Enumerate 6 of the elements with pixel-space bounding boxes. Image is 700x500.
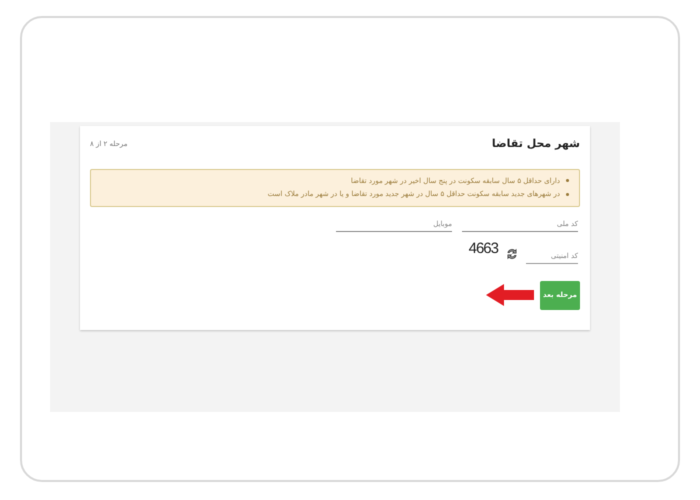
- captcha-code: 4663: [468, 239, 498, 259]
- bullet-icon: [566, 179, 569, 182]
- refresh-icon[interactable]: [506, 248, 518, 260]
- bullet-icon: [566, 192, 569, 196]
- card-title: شهر محل تقاضا: [492, 136, 580, 152]
- arrow-icon: [486, 284, 534, 306]
